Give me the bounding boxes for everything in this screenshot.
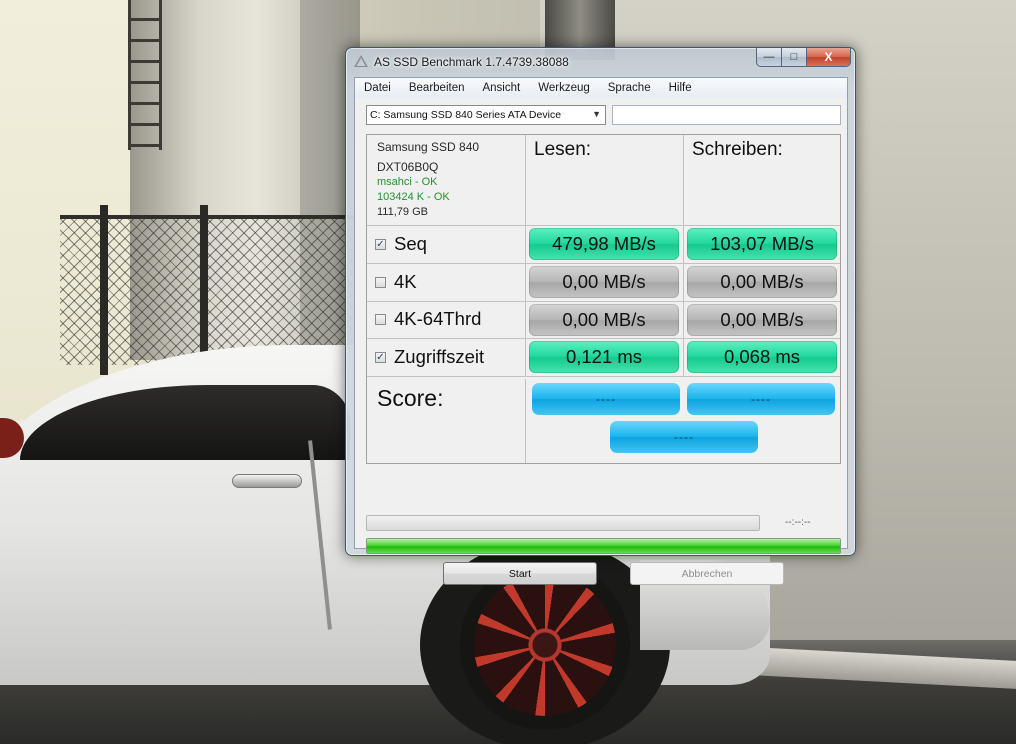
- access-time-write-result: 0,068 ms: [687, 341, 837, 373]
- 4k-64thrd-checkbox[interactable]: [375, 313, 386, 325]
- 4k-64thrd-toggle[interactable]: 4K-64Thrd: [375, 308, 481, 330]
- as-ssd-window: AS SSD Benchmark 1.7.4739.38088 — □ X Da…: [345, 47, 856, 585]
- test-row-access-time: ✓ Zugriffszeit: [367, 339, 526, 377]
- client-area: Datei Bearbeiten Ansicht Werkzeug Sprach…: [354, 77, 848, 585]
- test-row-seq: ✓ Seq: [367, 226, 526, 264]
- score-values-cell: ---- ---- ----: [526, 379, 840, 463]
- app-icon: [354, 55, 368, 67]
- seq-write-cell: 103,07 MB/s: [684, 226, 840, 264]
- read-header-cell: Lesen:: [526, 135, 684, 226]
- seq-write-result: 103,07 MB/s: [687, 228, 837, 260]
- score-label-cell: Score:: [367, 379, 526, 463]
- overall-progress-bar: [366, 538, 841, 554]
- wallpaper-car-handle: [232, 474, 302, 488]
- 4k-64thrd-write-cell: 0,00 MB/s: [684, 302, 840, 339]
- score-label: Score:: [377, 385, 444, 411]
- test-row-4k-64thrd: 4K-64Thrd: [367, 302, 526, 339]
- seq-read-cell: 479,98 MB/s: [526, 226, 684, 264]
- drive-model: Samsung SSD 840: [377, 140, 480, 154]
- seq-checkbox[interactable]: ✓: [375, 238, 386, 250]
- test-row-4k: 4K: [367, 264, 526, 302]
- menu-sprache[interactable]: Sprache: [599, 78, 660, 98]
- 4k-read-result: 0,00 MB/s: [529, 266, 679, 298]
- minimize-icon: —: [763, 51, 775, 63]
- maximize-button[interactable]: □: [782, 48, 807, 67]
- access-time-checkbox[interactable]: ✓: [375, 351, 386, 363]
- 4k-write-cell: 0,00 MB/s: [684, 264, 840, 302]
- seq-read-result: 479,98 MB/s: [529, 228, 679, 260]
- drive-info-field: [612, 105, 841, 125]
- menu-ansicht[interactable]: Ansicht: [473, 78, 529, 98]
- drive-dropdown-value: C: Samsung SSD 840 Series ATA Device: [370, 109, 562, 121]
- caption-buttons: — □ X: [756, 48, 851, 68]
- 4k-64thrd-write-result: 0,00 MB/s: [687, 304, 837, 336]
- access-time-label: Zugriffszeit: [394, 346, 485, 367]
- score-read: ----: [532, 383, 680, 415]
- overall-progress-fill: [367, 539, 840, 553]
- access-time-read-cell: 0,121 ms: [526, 339, 684, 377]
- test-progress-bar: [366, 515, 760, 531]
- driver-status: msahci - OK: [377, 176, 438, 188]
- 4k-checkbox[interactable]: [375, 276, 386, 288]
- access-time-write-cell: 0,068 ms: [684, 339, 840, 377]
- 4k-read-cell: 0,00 MB/s: [526, 264, 684, 302]
- wallpaper-wheel: [460, 560, 630, 730]
- write-header-cell: Schreiben:: [684, 135, 840, 226]
- alignment-status: 103424 K - OK: [377, 191, 450, 203]
- menu-werkzeug[interactable]: Werkzeug: [529, 78, 599, 98]
- 4k-toggle[interactable]: 4K: [375, 271, 417, 293]
- seq-toggle[interactable]: ✓ Seq: [375, 233, 427, 255]
- 4k-64thrd-read-result: 0,00 MB/s: [529, 304, 679, 336]
- 4k-write-result: 0,00 MB/s: [687, 266, 837, 298]
- drive-capacity: 111,79 GB: [377, 206, 428, 218]
- cancel-button[interactable]: Abbrechen: [630, 562, 784, 585]
- read-column-header: Lesen:: [534, 139, 592, 160]
- drive-info-panel: Samsung SSD 840 DXT06B0Q msahci - OK 103…: [367, 135, 526, 226]
- chevron-down-icon: ▼: [592, 109, 601, 119]
- 4k-64thrd-read-cell: 0,00 MB/s: [526, 302, 684, 339]
- drive-firmware: DXT06B0Q: [377, 160, 439, 174]
- window-title: AS SSD Benchmark 1.7.4739.38088: [374, 55, 569, 69]
- wallpaper-fence-post: [100, 205, 108, 375]
- drive-dropdown[interactable]: C: Samsung SSD 840 Series ATA Device ▼: [366, 105, 606, 125]
- wallpaper-fence-post: [200, 205, 208, 375]
- benchmark-grid: Samsung SSD 840 DXT06B0Q msahci - OK 103…: [366, 134, 841, 464]
- 4k-64thrd-label: 4K-64Thrd: [394, 308, 482, 329]
- wallpaper-ladder: [128, 0, 162, 150]
- minimize-button[interactable]: —: [756, 48, 782, 67]
- menu-hilfe[interactable]: Hilfe: [660, 78, 701, 98]
- menu-bar: Datei Bearbeiten Ansicht Werkzeug Sprach…: [355, 78, 847, 98]
- score-write: ----: [687, 383, 835, 415]
- seq-label: Seq: [394, 233, 427, 254]
- access-time-read-result: 0,121 ms: [529, 341, 679, 373]
- maximize-icon: □: [790, 51, 798, 63]
- elapsed-time: --:--:--: [785, 517, 811, 528]
- menu-bearbeiten[interactable]: Bearbeiten: [400, 78, 474, 98]
- access-time-toggle[interactable]: ✓ Zugriffszeit: [375, 346, 484, 368]
- score-total: ----: [610, 421, 758, 453]
- close-button[interactable]: X: [807, 48, 851, 67]
- 4k-label: 4K: [394, 271, 417, 292]
- close-icon: X: [824, 50, 833, 64]
- menu-datei[interactable]: Datei: [355, 78, 400, 98]
- write-column-header: Schreiben:: [692, 139, 783, 160]
- title-bar[interactable]: AS SSD Benchmark 1.7.4739.38088 — □ X: [346, 48, 855, 74]
- start-button[interactable]: Start: [443, 562, 597, 585]
